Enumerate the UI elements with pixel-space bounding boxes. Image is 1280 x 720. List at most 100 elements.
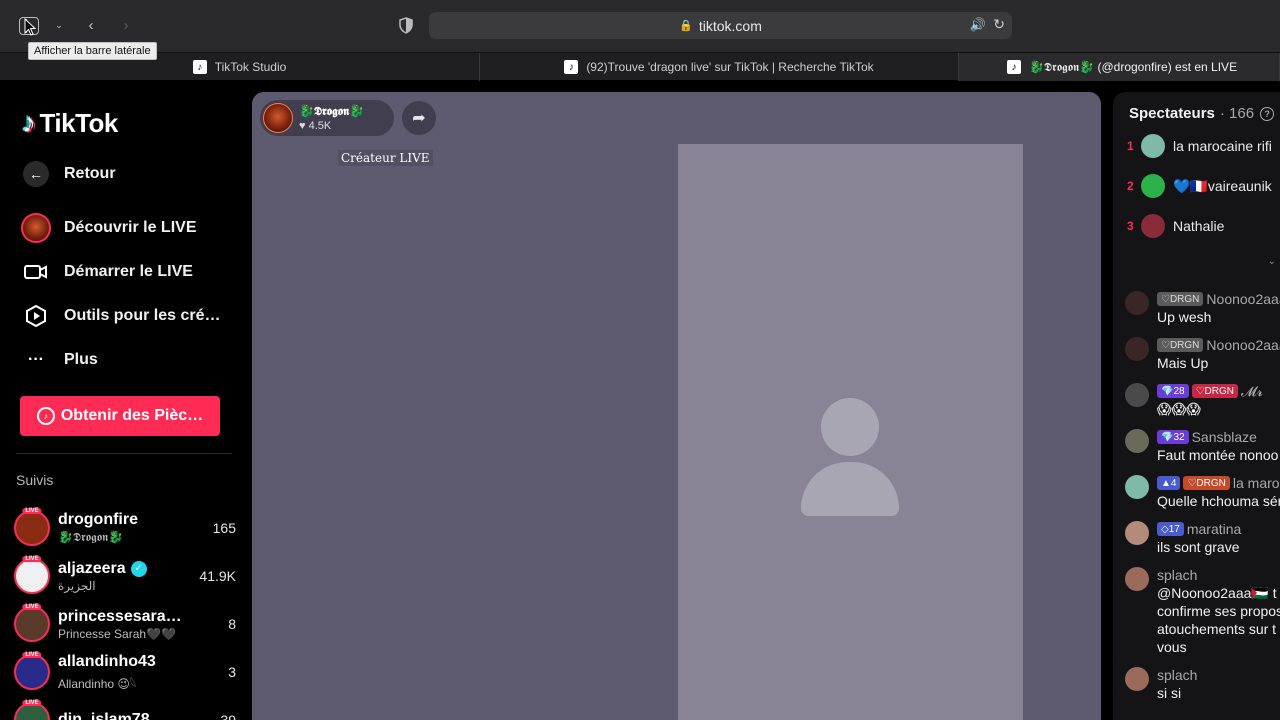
get-coins-button[interactable]: ♪ Obtenir des Pièc… [20, 396, 220, 436]
viewer-name: la marocaine rifi [1173, 138, 1272, 154]
avatar[interactable]: LIVE [14, 508, 50, 546]
chat-message[interactable]: ♡DRGN Noonoo2aaa Up wesh [1125, 290, 1280, 326]
back-icon[interactable]: ‹ [80, 14, 102, 36]
message-body: ◇17 maratina ils sont grave [1157, 520, 1280, 556]
avatar[interactable] [1125, 521, 1149, 545]
tab-search[interactable]: ♪ (92)Trouve 'dragon live' sur TikTok | … [480, 53, 959, 81]
chat-message[interactable]: 💎28 ♡DRGN 𝓜𝓻 😱😱😱 [1125, 382, 1280, 418]
top-viewer-item[interactable]: 2 💙🇫🇷vaireaunik [1127, 171, 1272, 201]
avatar[interactable] [1125, 475, 1149, 499]
lock-icon: 🔒 [679, 20, 693, 32]
avatar[interactable]: LIVE [14, 556, 50, 594]
avatar[interactable] [1125, 383, 1149, 407]
person-placeholder-body [801, 462, 899, 516]
avatar[interactable]: LIVE [14, 700, 50, 720]
following-name: princessesara… [58, 607, 182, 625]
tab-label: TikTok Studio [214, 60, 287, 74]
following-info: drogonfire 🐉𝕯𝖗𝖔𝖌𝖔𝖓🐉 [58, 511, 207, 545]
tiktok-note-icon: ♪ [22, 107, 36, 138]
tab-label: (92)Trouve 'dragon live' sur TikTok | Re… [586, 60, 874, 74]
avatar[interactable]: LIVE [14, 604, 50, 642]
following-name: drogonfire [58, 511, 138, 528]
verified-icon: ✓ [130, 560, 147, 577]
message-text: @Noonoo2aaa🇵🇸 t [1157, 585, 1277, 601]
chevron-down-icon[interactable]: ⌄ [48, 14, 70, 36]
message-username[interactable]: Sansblaze [1192, 429, 1257, 445]
avatar[interactable] [1141, 214, 1165, 238]
avatar[interactable] [1125, 337, 1149, 361]
viewers-title[interactable]: Spectateurs · 166 ? [1129, 105, 1275, 122]
avatar[interactable] [1125, 567, 1149, 591]
following-info: princessesara… Princesse Sarah🖤🖤 [58, 608, 222, 641]
host-info[interactable]: 🐉𝕯𝖗𝖔𝖌𝖔𝖓🐉 ♥ 4.5K [260, 100, 394, 136]
message-username[interactable]: 𝓜𝓻 [1241, 383, 1263, 400]
following-item[interactable]: LIVE drogonfire 🐉𝕯𝖗𝖔𝖌𝖔𝖓🐉 165 [14, 508, 236, 548]
message-username[interactable]: splach [1157, 667, 1197, 683]
nav-more[interactable]: ··· Plus [20, 344, 98, 376]
chat-message[interactable]: splach si si [1125, 666, 1280, 702]
video-camera-icon [20, 256, 52, 288]
avatar[interactable] [1141, 134, 1165, 158]
following-item[interactable]: LIVE princessesara… Princesse Sarah🖤🖤 8 [14, 604, 236, 644]
user-badge: ♡DRGN [1183, 476, 1230, 490]
address-bar[interactable]: 🔒 tiktok.com 🔊 ↻ [429, 12, 1012, 39]
back-arrow-icon: ← [20, 158, 52, 190]
avatar[interactable]: LIVE [14, 652, 50, 690]
avatar[interactable] [1141, 174, 1165, 198]
host-avatar[interactable] [263, 103, 293, 133]
chat-message[interactable]: ♡DRGN Noonoo2aaa Mais Up [1125, 336, 1280, 372]
following-info: allandinho43 Allandinho 😉𓆩 [58, 653, 222, 692]
message-text: ils sont grave [1157, 539, 1240, 555]
nav-label: Retour [64, 165, 116, 182]
avatar[interactable] [1125, 429, 1149, 453]
host-likes: ♥ 4.5K [299, 120, 332, 132]
following-item[interactable]: LIVE aljazeera ✓ الجزيرة 41.9K [14, 556, 236, 596]
chat-message[interactable]: ◇17 maratina ils sont grave [1125, 520, 1280, 556]
reload-icon[interactable]: ↻ [993, 16, 1005, 33]
logo-text: TikTok [39, 107, 119, 138]
viewer-count: 3 [228, 664, 236, 680]
tab-strip: ♪ TikTok Studio ♪ (92)Trouve 'dragon liv… [0, 52, 1280, 81]
nav-creator-tools[interactable]: Outils pour les cré… [20, 300, 220, 332]
forward-icon[interactable]: › [115, 14, 137, 36]
chat-message[interactable]: 💎32 Sansblaze Faut montée nonoo [1125, 428, 1280, 464]
following-item[interactable]: LIVE din_islam78 39 [14, 700, 236, 720]
message-username[interactable]: Noonoo2aaa [1206, 291, 1280, 307]
message-username[interactable]: maratina [1187, 521, 1241, 537]
viewer-count: · 166 [1219, 105, 1255, 122]
expand-chevron-icon[interactable]: ⌄ [1268, 256, 1276, 267]
avatar[interactable] [1125, 291, 1149, 315]
tiktok-favicon-icon: ♪ [192, 60, 207, 74]
viewer-count: 41.9K [199, 568, 236, 584]
chat-message[interactable]: splach @Noonoo2aaa🇵🇸 t confirme ses propos… [1125, 566, 1280, 656]
chat-message[interactable]: ▲4♡DRGNla marocaine rifiQuelle hchouma s… [1125, 474, 1280, 510]
live-badge: LIVE [22, 604, 42, 610]
top-viewer-item[interactable]: 3 Nathalie [1127, 211, 1224, 241]
help-icon[interactable]: ? [1260, 106, 1275, 121]
message-username[interactable]: la marocaine rifi [1233, 475, 1280, 491]
nav-back[interactable]: ← Retour [20, 158, 116, 190]
message-header: 💎32 Sansblaze [1157, 428, 1280, 446]
message-header: ▲4♡DRGNla marocaine rifi [1157, 474, 1280, 492]
privacy-shield-icon[interactable] [398, 17, 414, 34]
live-badge: LIVE [22, 556, 42, 562]
following-name-row: princessesara… [58, 608, 222, 626]
avatar[interactable] [1125, 667, 1149, 691]
following-name-row: drogonfire [58, 511, 207, 529]
tiktok-logo[interactable]: ♪ TikTok [22, 107, 118, 139]
user-badge: ♡DRGN [1157, 292, 1204, 306]
message-username[interactable]: splach [1157, 567, 1197, 583]
nav-discover-live[interactable]: Découvrir le LIVE [20, 212, 197, 244]
video-placeholder[interactable] [678, 144, 1023, 720]
message-username[interactable]: Noonoo2aaa [1206, 337, 1280, 353]
tab-live[interactable]: ♪ 🐉𝕯𝖗𝖔𝖌𝖔𝖓🐉 (@drogonfire) est en LIVE [959, 53, 1280, 81]
message-header: 💎28 ♡DRGN 𝓜𝓻 [1157, 382, 1280, 400]
following-item[interactable]: LIVE allandinho43 Allandinho 😉𓆩 3 [14, 652, 236, 692]
share-icon[interactable]: ➦ [402, 101, 436, 135]
rank-number: 3 [1127, 219, 1134, 233]
viewer-name: 💙🇫🇷vaireaunik [1173, 177, 1272, 194]
nav-start-live[interactable]: Démarrer le LIVE [20, 256, 193, 288]
top-viewer-item[interactable]: 1 la marocaine rifi [1127, 131, 1272, 161]
speaker-icon[interactable]: 🔊 [970, 17, 986, 33]
user-badge: ♡DRGN [1157, 338, 1204, 352]
